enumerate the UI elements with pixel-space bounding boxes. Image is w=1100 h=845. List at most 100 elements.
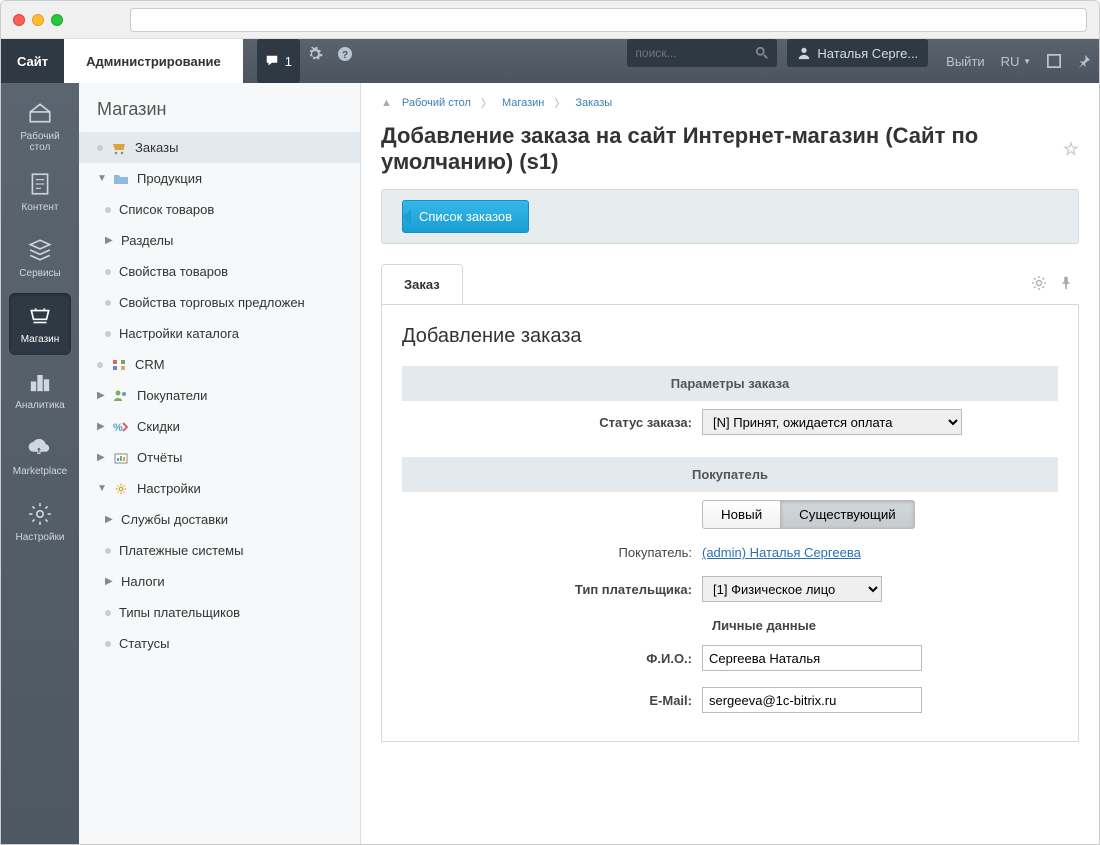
tree-item[interactable]: Настройки каталога — [79, 318, 360, 349]
browser-chrome — [1, 1, 1099, 39]
tree-item[interactable]: Свойства товаров — [79, 256, 360, 287]
section-order-params-title: Параметры заказа — [402, 366, 1058, 401]
window-close-dot[interactable] — [13, 14, 25, 26]
buyer-toggle: Новый Существующий — [702, 500, 1058, 529]
breadcrumb-item[interactable]: Заказы — [575, 97, 612, 109]
rail-analytics[interactable]: Аналитика — [9, 359, 71, 421]
content-area: ▲ Рабочий стол 〉 Магазин 〉 Заказы Добавл… — [361, 83, 1099, 844]
tree-item-label: Список товаров — [119, 202, 214, 217]
rail-content[interactable]: Контент — [9, 161, 71, 223]
status-label: Статус заказа: — [402, 415, 702, 430]
breadcrumb-home-icon[interactable]: ▲ — [381, 97, 392, 109]
tree-item[interactable]: Платежные системы — [79, 535, 360, 566]
buyer-toggle-existing[interactable]: Существующий — [781, 500, 915, 529]
tree-item[interactable]: Список товаров — [79, 194, 360, 225]
tree-item[interactable]: ▶Разделы — [79, 225, 360, 256]
left-rail: Рабочий стол Контент Сервисы Магазин Ана… — [1, 83, 79, 844]
tree-item-label: Свойства торговых предложен — [119, 295, 305, 310]
notification-badge[interactable]: 1 — [257, 39, 300, 83]
rail-marketplace[interactable]: Marketplace — [9, 425, 71, 487]
breadcrumb-item[interactable]: Рабочий стол — [402, 97, 471, 109]
user-menu[interactable]: Наталья Серге... — [787, 39, 928, 67]
window-maximize-dot[interactable] — [51, 14, 63, 26]
chart-icon — [27, 369, 53, 395]
tree-item[interactable]: ▶Покупатели — [79, 380, 360, 411]
tab-site[interactable]: Сайт — [1, 39, 64, 83]
tree-item-label: Службы доставки — [121, 512, 228, 527]
favorite-star-icon[interactable]: ☆ — [1063, 139, 1079, 160]
rail-desktop[interactable]: Рабочий стол — [9, 95, 71, 157]
notification-count: 1 — [285, 54, 292, 69]
tree-item-label: Настройки — [137, 481, 201, 496]
rail-shop[interactable]: Магазин — [9, 293, 71, 355]
pin-icon[interactable] — [1069, 39, 1099, 83]
search-icon — [755, 46, 769, 60]
settings-icon[interactable] — [300, 39, 330, 69]
tree-item[interactable]: ▶%Скидки — [79, 411, 360, 442]
svg-text:?: ? — [342, 50, 348, 61]
tree-item[interactable]: Типы плательщиков — [79, 597, 360, 628]
cart-icon — [111, 141, 127, 155]
tree-item-label: Скидки — [137, 419, 180, 434]
panel-pin-icon[interactable] — [1053, 269, 1079, 300]
reports-icon — [113, 451, 129, 465]
tree-item-label: Статусы — [119, 636, 169, 651]
email-label: E-Mail: — [402, 693, 702, 708]
tree-item-label: Покупатели — [137, 388, 207, 403]
tree-item-label: Заказы — [135, 140, 178, 155]
tab-admin[interactable]: Администрирование — [64, 39, 243, 83]
language-switch[interactable]: RU ▼ — [993, 39, 1039, 83]
fullscreen-icon[interactable] — [1039, 39, 1069, 83]
rail-settings[interactable]: Настройки — [9, 491, 71, 553]
buyer-label: Покупатель: — [402, 545, 702, 560]
document-icon — [27, 171, 53, 197]
buyer-link[interactable]: (admin) Наталья Сергеева — [702, 545, 861, 560]
panel: Добавление заказа Параметры заказа Стату… — [381, 305, 1079, 742]
rail-services[interactable]: Сервисы — [9, 227, 71, 289]
breadcrumb-item[interactable]: Магазин — [502, 97, 544, 109]
tree-item[interactable]: ▼Настройки — [79, 473, 360, 504]
personal-data-label: Личные данные — [402, 618, 1058, 633]
tree-item[interactable]: Статусы — [79, 628, 360, 659]
stack-icon — [27, 237, 53, 263]
page-title: Добавление заказа на сайт Интернет-магаз… — [361, 119, 1099, 189]
payer-type-select[interactable]: [1] Физическое лицо — [702, 576, 882, 602]
topbar: Сайт Администрирование 1 ? Наталья Серге… — [1, 39, 1099, 83]
tree-item-label: Свойства товаров — [119, 264, 228, 279]
tree-item[interactable]: Заказы — [79, 132, 360, 163]
tree-title: Магазин — [79, 83, 360, 132]
folder-icon — [113, 172, 129, 186]
email-input[interactable] — [702, 687, 922, 713]
status-select[interactable]: [N] Принят, ожидается оплата — [702, 409, 962, 435]
sidebar-tree: Магазин Заказы ▼Продукция Список товаров ▶Р… — [79, 83, 361, 844]
url-bar[interactable] — [130, 8, 1087, 32]
breadcrumb-sep: 〉 — [481, 95, 492, 111]
tree-item[interactable]: ▶Налоги — [79, 566, 360, 597]
panel-gear-icon[interactable] — [1025, 269, 1053, 300]
tabs-bar: Заказ — [381, 264, 1079, 305]
logout-link[interactable]: Выйти — [938, 39, 993, 83]
tab-order[interactable]: Заказ — [381, 264, 463, 304]
tree-item[interactable]: ▼Продукция — [79, 163, 360, 194]
tree-item-label: CRM — [135, 357, 165, 372]
tree-item[interactable]: Свойства торговых предложен — [79, 287, 360, 318]
discount-icon: % — [113, 420, 129, 434]
tree-item-label: Продукция — [137, 171, 202, 186]
tree-item[interactable]: ▶Службы доставки — [79, 504, 360, 535]
rail-label: Сервисы — [19, 268, 60, 279]
user-icon — [797, 46, 811, 60]
section-buyer-title: Покупатель — [402, 457, 1058, 492]
buyer-toggle-new[interactable]: Новый — [702, 500, 781, 529]
fio-label: Ф.И.О.: — [402, 651, 702, 666]
action-bar: Список заказов — [381, 189, 1079, 244]
search-input[interactable] — [635, 46, 755, 60]
tree-item-label: Настройки каталога — [119, 326, 239, 341]
orders-list-button[interactable]: Список заказов — [402, 200, 529, 233]
gear-icon — [27, 501, 53, 527]
help-icon[interactable]: ? — [330, 39, 360, 69]
tree-item[interactable]: CRM — [79, 349, 360, 380]
search-box[interactable] — [627, 39, 777, 67]
fio-input[interactable] — [702, 645, 922, 671]
tree-item[interactable]: ▶Отчёты — [79, 442, 360, 473]
window-minimize-dot[interactable] — [32, 14, 44, 26]
